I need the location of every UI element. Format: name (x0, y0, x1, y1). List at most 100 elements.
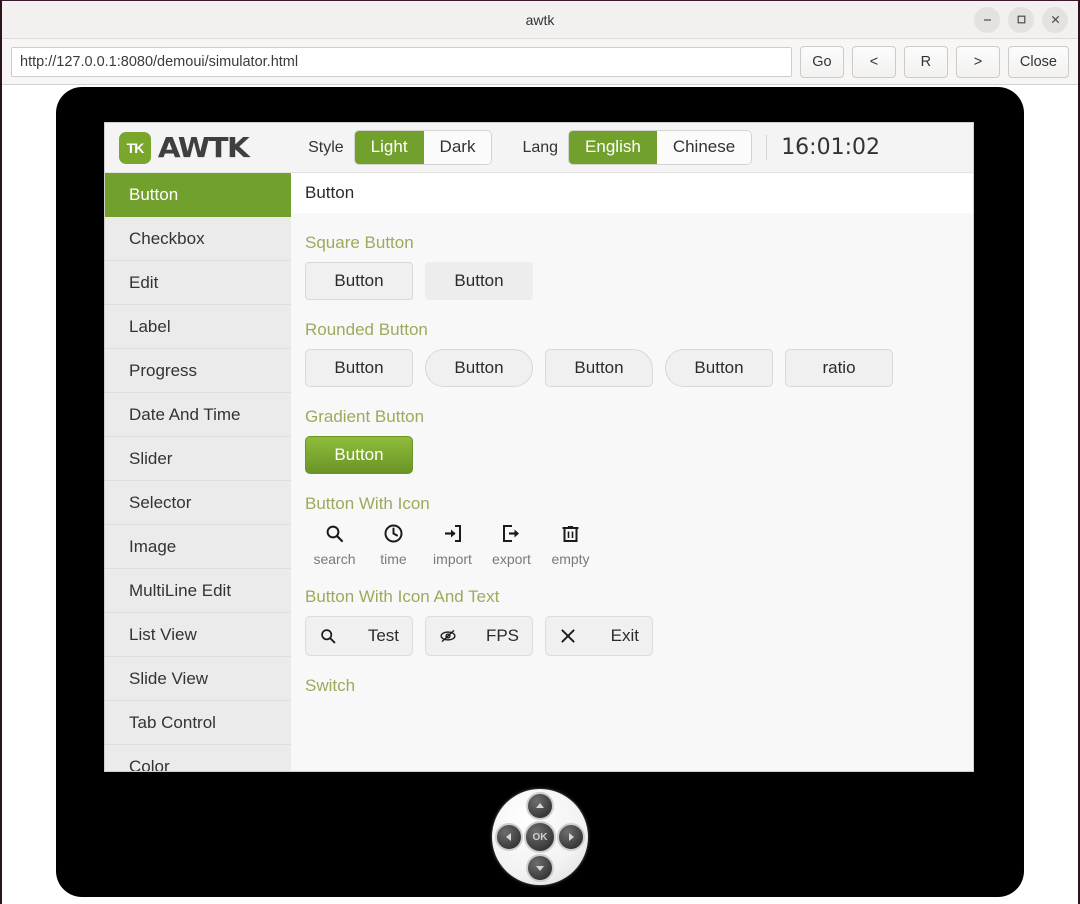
icon-button-empty[interactable]: empty (541, 523, 600, 567)
import-icon (442, 523, 463, 544)
sidebar-item-date-and-time[interactable]: Date And Time (105, 393, 291, 437)
awtk-app-header: TK AWTK Style Light Dark Lang English Ch… (105, 123, 973, 173)
section-heading-button-with-icon-and-text: Button With Icon And Text (305, 587, 500, 606)
rounded-button-1[interactable]: Button (305, 349, 413, 387)
icon-button-time[interactable]: time (364, 523, 423, 567)
chevron-up-icon (536, 803, 544, 808)
logo-badge-icon: TK (119, 131, 151, 164)
simulator-area: TK AWTK Style Light Dark Lang English Ch… (2, 85, 1078, 904)
url-input[interactable] (11, 46, 792, 77)
sidebar-item-multiline-edit[interactable]: MultiLine Edit (105, 569, 291, 613)
style-option-light[interactable]: Light (354, 131, 424, 164)
section-heading-square-button: Square Button (305, 233, 414, 252)
gradient-button[interactable]: Button (305, 436, 413, 474)
chevron-right-icon (569, 833, 574, 841)
sidebar-item-edit[interactable]: Edit (105, 261, 291, 305)
icon-button-caption: search (313, 551, 356, 567)
maximize-button[interactable] (1008, 6, 1034, 33)
icon-button-caption: empty (551, 551, 590, 567)
icon-button-row: search time import export empty (305, 523, 959, 567)
window-controls (974, 6, 1068, 33)
rounded-button-row: Button Button Button Button ratio (305, 349, 959, 387)
forward-button[interactable]: > (955, 45, 1000, 78)
simulator-screen: TK AWTK Style Light Dark Lang English Ch… (104, 122, 974, 772)
close-icon (559, 627, 577, 645)
content-scroll-region[interactable]: Square Button Button Button Rounded Butt… (291, 233, 973, 696)
content-pane: Button Square Button Button Button Round… (291, 173, 973, 771)
sidebar-nav[interactable]: Button Checkbox Edit Label Progress Date… (105, 173, 291, 771)
lang-option-chinese[interactable]: Chinese (656, 131, 752, 164)
close-session-button[interactable]: Close (1007, 45, 1069, 78)
rounded-button-2[interactable]: Button (425, 349, 533, 387)
sidebar-item-color[interactable]: Color (105, 745, 291, 771)
lang-option-english[interactable]: English (569, 131, 657, 164)
sidebar-item-selector[interactable]: Selector (105, 481, 291, 525)
section-heading-switch: Switch (305, 676, 356, 695)
clock-display: 16:01:02 (766, 135, 880, 160)
device-bezel: TK AWTK Style Light Dark Lang English Ch… (56, 87, 1024, 897)
page-title: Button (291, 173, 973, 213)
square-button-1[interactable]: Button (305, 262, 413, 300)
gradient-button-row: Button (305, 436, 959, 474)
icon-button-export[interactable]: export (482, 523, 541, 567)
search-icon (324, 523, 345, 544)
search-icon (319, 627, 337, 645)
icon-button-import[interactable]: import (423, 523, 482, 567)
icon-button-caption: time (380, 551, 407, 567)
sidebar-item-slide-view[interactable]: Slide View (105, 657, 291, 701)
clock-icon (383, 523, 404, 544)
awtk-body: Button Checkbox Edit Label Progress Date… (105, 173, 973, 771)
lang-label: Lang (522, 138, 559, 156)
sidebar-item-image[interactable]: Image (105, 525, 291, 569)
lang-switcher: Lang English Chinese (522, 130, 753, 165)
rounded-button-4[interactable]: Button (665, 349, 773, 387)
dpad-right-button[interactable] (557, 823, 585, 851)
style-switcher: Style Light Dark (308, 130, 493, 165)
sidebar-item-checkbox[interactable]: Checkbox (105, 217, 291, 261)
dpad-left-button[interactable] (495, 823, 523, 851)
trash-icon (560, 523, 581, 544)
sidebar-item-slider[interactable]: Slider (105, 437, 291, 481)
sidebar-item-tab-control[interactable]: Tab Control (105, 701, 291, 745)
export-icon (501, 523, 522, 544)
window-titlebar: awtk (2, 1, 1078, 39)
rounded-button-ratio[interactable]: ratio (785, 349, 893, 387)
lang-segmented-control: English Chinese (568, 130, 753, 165)
chevron-down-icon (536, 866, 544, 871)
icon-button-caption: import (433, 551, 472, 567)
icon-button-search[interactable]: search (305, 523, 364, 567)
style-label: Style (308, 138, 344, 156)
eye-off-icon (439, 627, 457, 645)
square-button-row: Button Button (305, 262, 959, 300)
sidebar-item-list-view[interactable]: List View (105, 613, 291, 657)
dpad-base: OK (492, 789, 588, 885)
back-button[interactable]: < (851, 45, 896, 78)
dpad-control: OK (492, 789, 588, 885)
go-button[interactable]: Go (799, 45, 844, 78)
application-window: awtk Go < R > Close T (0, 0, 1080, 904)
dpad-down-button[interactable] (526, 854, 554, 882)
icon-text-button-label: Test (367, 626, 399, 645)
icon-text-button-fps[interactable]: FPS (425, 616, 533, 656)
app-logo: TK AWTK (119, 131, 250, 164)
reload-button[interactable]: R (903, 45, 948, 78)
style-option-dark[interactable]: Dark (423, 131, 492, 164)
window-title: awtk (525, 11, 555, 28)
browser-toolbar: Go < R > Close (2, 39, 1078, 85)
close-button[interactable] (1042, 6, 1068, 33)
square-button-2[interactable]: Button (425, 262, 533, 300)
dpad-ok-button[interactable]: OK (524, 821, 556, 853)
icon-text-button-label: FPS (485, 626, 519, 645)
icon-button-caption: export (492, 551, 531, 567)
sidebar-item-button[interactable]: Button (105, 173, 291, 217)
icon-text-button-exit[interactable]: Exit (545, 616, 653, 656)
sidebar-item-progress[interactable]: Progress (105, 349, 291, 393)
dpad-up-button[interactable] (526, 792, 554, 820)
chevron-left-icon (506, 833, 511, 841)
style-segmented-control: Light Dark (353, 130, 493, 165)
rounded-button-3[interactable]: Button (545, 349, 653, 387)
sidebar-item-label[interactable]: Label (105, 305, 291, 349)
minimize-button[interactable] (974, 6, 1000, 33)
section-heading-button-with-icon: Button With Icon (305, 494, 430, 513)
icon-text-button-test[interactable]: Test (305, 616, 413, 656)
